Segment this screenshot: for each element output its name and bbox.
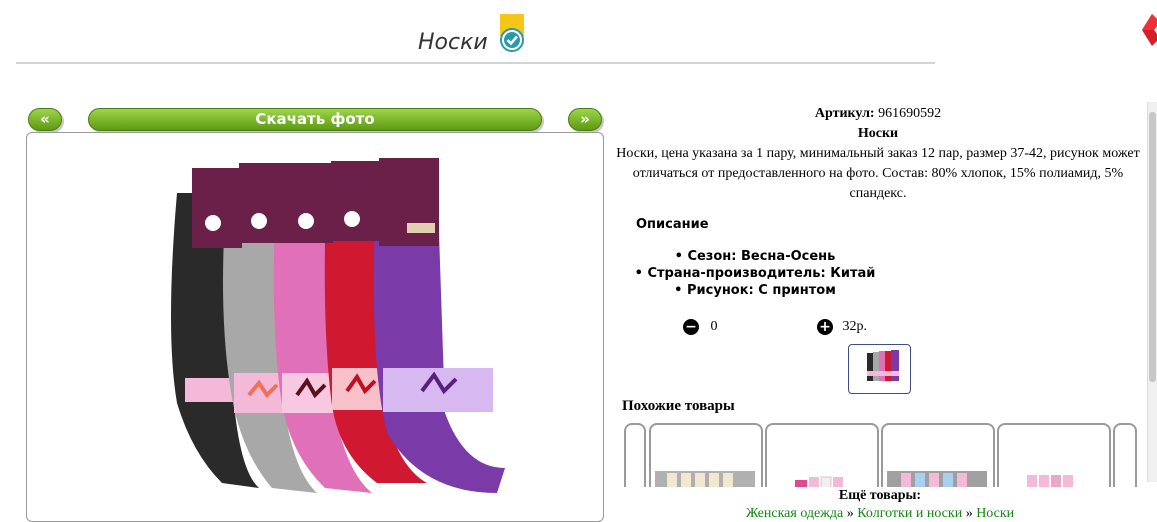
download-photo-button[interactable]: Скачать фото [88,108,542,131]
photo-thumbnail[interactable] [848,344,911,394]
property-list: • Сезон: Весна-Осень • Страна-производит… [610,248,900,299]
breadcrumb: Женская одежда » Колготки и носки » Носк… [745,506,1015,521]
property-item: • Страна-производитель: Китай [634,266,876,281]
article-value: 961690592 [878,106,942,121]
info-scrollbar[interactable] [1147,102,1157,482]
product-description: Носки, цена указана за 1 пару, минимальн… [616,146,1140,201]
breadcrumb-link[interactable]: Женская одежда [746,506,843,521]
property-item: • Сезон: Весна-Осень [674,249,836,264]
price-value: 32р. [842,319,868,335]
description-heading: Описание [636,217,709,232]
price-block: + 32р. [817,319,867,335]
page-title: Носки [418,30,488,55]
quantity-stepper: − 0 [683,319,718,335]
article-label: Артикул: [814,106,875,121]
prev-photo-button[interactable]: « [28,108,62,131]
breadcrumb-link[interactable]: Носки [976,506,1014,521]
breadcrumb-link[interactable]: Колготки и носки [857,506,962,521]
plus-icon[interactable]: + [817,319,833,335]
more-products-heading: Ещё товары: [838,488,922,503]
product-info: Артикул: 961690592 Носки Носки, цена ука… [610,104,1146,204]
red-arrow-icon[interactable] [1140,14,1157,46]
property-item: • Рисунок: С принтом [674,283,836,298]
more-products: Ещё товары: Женская одежда » Колготки и … [612,487,1148,522]
product-photo[interactable] [26,132,604,522]
minus-icon[interactable]: − [683,319,699,335]
quantity-value: 0 [710,319,718,335]
verified-check-icon [498,14,526,54]
product-name: Носки [857,126,899,141]
next-photo-button[interactable]: » [568,108,602,131]
similar-products-heading: Похожие товары [622,398,735,414]
title-divider [16,62,935,64]
socks-image [171,158,505,493]
scrollbar-thumb[interactable] [1149,112,1156,382]
